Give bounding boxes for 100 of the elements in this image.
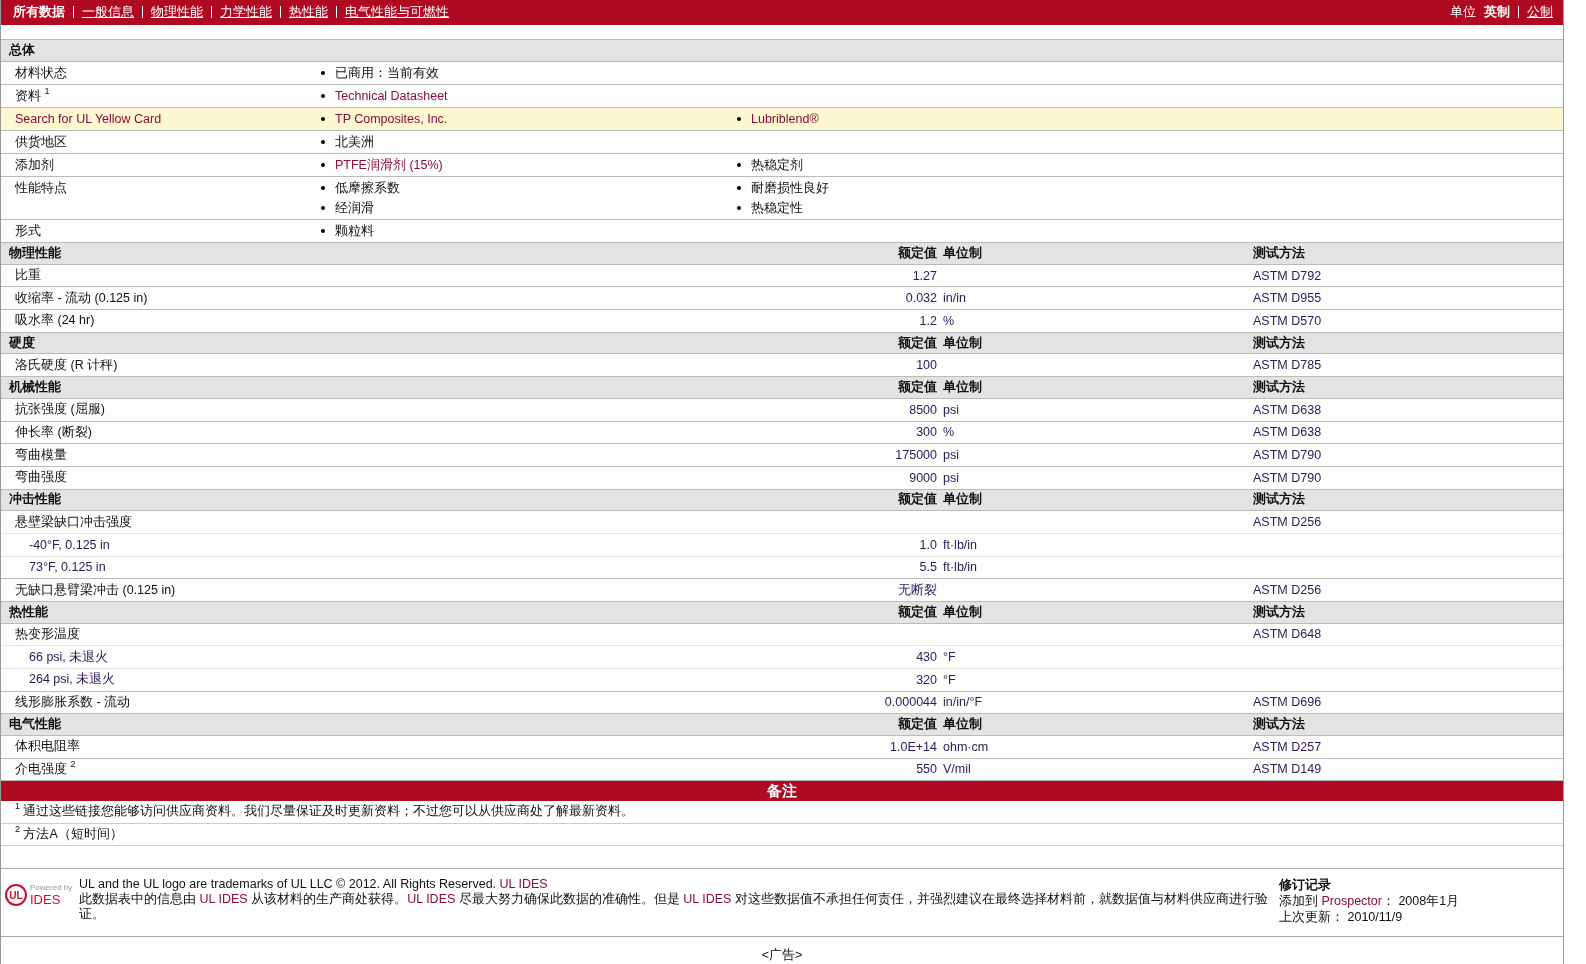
property-label: 线形膨胀系数 - 流动 [14, 693, 132, 711]
unit-cell-text: % [943, 313, 956, 328]
list-link[interactable]: PTFE润滑剂 (15%) [335, 157, 443, 174]
column-header: 额定值 [898, 716, 938, 734]
revision-title: 修订记录 [1279, 877, 1332, 894]
row-label: 供货地区 [14, 134, 68, 151]
value-cell-text: 1.0 [919, 537, 938, 552]
bullet-icon [321, 163, 325, 168]
notes-title: 备注 [767, 781, 797, 801]
text-link[interactable]: UL IDES [499, 877, 548, 892]
property-label: 洛氏硬度 (R 计秤) [14, 356, 119, 374]
column-header: 单位制 [943, 491, 982, 509]
unit-option[interactable]: 公制 [1527, 3, 1553, 22]
method-cell-text: ASTM D149 [1253, 762, 1323, 777]
bullet-icon [737, 206, 741, 211]
bullet-icon [321, 229, 325, 234]
property-label: 收缩率 - 流动 (0.125 in) [14, 289, 149, 307]
section-title: 机械性能 [7, 379, 62, 396]
text-link[interactable]: Prospector [1321, 894, 1382, 909]
text-link[interactable]: UL IDES [407, 892, 456, 907]
property-label: 悬壁梁缺口冲击强度 [14, 513, 133, 531]
value-cell-text: 175000 [895, 448, 938, 462]
revision-line: 添加到 Prospector： 2008年1月 [1279, 893, 1460, 910]
unit-cell-text: °F [943, 672, 957, 687]
list-item: 北美洲 [335, 134, 374, 151]
ad-label: <广告> [761, 947, 803, 964]
bullet-icon [321, 206, 325, 211]
row-label: 形式 [14, 223, 42, 240]
bullet-icon [321, 186, 325, 191]
column-header: 单位制 [943, 379, 982, 396]
column-header: 额定值 [898, 244, 938, 262]
nav-tab[interactable]: 一般信息 [82, 3, 134, 22]
text-link[interactable]: UL IDES [683, 892, 732, 907]
value-cell-text: 0.000044 [884, 695, 938, 710]
property-label: 264 psi, 未退火 [28, 671, 117, 689]
units-label: 单位 [1450, 3, 1476, 22]
column-header: 额定值 [898, 603, 938, 621]
method-cell-text: ASTM D570 [1253, 313, 1323, 328]
text-link[interactable]: UL IDES [199, 892, 248, 907]
column-header: 测试方法 [1253, 716, 1305, 734]
section-title: 热性能 [8, 603, 49, 621]
property-label: 比重 [14, 267, 42, 285]
property-label: 73°F, 0.125 in [28, 560, 107, 575]
property-label: 无缺口悬臂梁冲击 (0.125 in) [14, 581, 177, 599]
method-cell-text: ASTM D638 [1253, 425, 1323, 440]
footnote: $^{1}$ 通过这些链接您能够访问供应商资料。我们尽量保证及时更新资料；不过您可以从供应商处了解最新资料。 [15, 803, 635, 821]
row-label: 性能特点 [14, 180, 68, 197]
value-cell-text: 320 [916, 672, 938, 687]
unit-cell-text: psi [943, 448, 960, 462]
unit-cell-text: ohm·cm [943, 739, 990, 754]
property-label: 抗张强度 (屈服) [14, 401, 106, 419]
list-link[interactable]: TP Composites, Inc. [335, 111, 448, 128]
property-label: 吸水率 (24 hr) [14, 312, 96, 330]
nav-tab[interactable]: 电气性能与可燃性 [345, 3, 449, 22]
list-link[interactable]: Lubriblend® [751, 111, 819, 128]
list-item: 已商用：当前有效 [335, 65, 439, 82]
method-cell-text: ASTM D256 [1253, 583, 1323, 598]
property-label: 弯曲强度 [14, 469, 68, 487]
list-link[interactable]: Technical Datasheet [335, 88, 448, 105]
logo-caption: Powered by [30, 883, 73, 893]
value-cell-text: 9000 [909, 470, 938, 485]
nav-tab[interactable]: 热性能 [289, 3, 328, 22]
section-title: 冲击性能 [8, 491, 62, 509]
value-cell-text: 1.27 [912, 268, 938, 283]
method-cell-text: ASTM D785 [1253, 358, 1323, 373]
bullet-icon [737, 163, 741, 168]
unit-cell-text: in/in/°F [943, 695, 984, 710]
method-cell-text: ASTM D792 [1253, 268, 1323, 283]
nav-tab[interactable]: 物理性能 [151, 3, 203, 22]
column-header: 单位制 [943, 244, 982, 262]
value-cell-text: 0.032 [905, 291, 938, 306]
unit-cell-text: V/mil [943, 762, 972, 777]
trademark-text: UL and the UL logo are trademarks of UL LLC © 2012. All Rights Reserved. UL IDES [79, 877, 549, 892]
value-cell-text: 100 [916, 358, 938, 373]
row-label: 材料状态 [14, 65, 68, 82]
property-label: 体积电阻率 [14, 738, 81, 756]
column-header: 额定值 [898, 379, 938, 396]
unit-cell-text: psi [943, 402, 960, 417]
bullet-icon [321, 140, 325, 145]
row-label: 资料 $^{1}$ [14, 88, 51, 105]
disclaimer-text: 此数据表中的信息由 UL IDES 从该材料的生产商处获得。UL IDES 尽最大努力确保此数据的准确性。但是 UL IDES 对这些数据值不承担任何责任，并强烈建议在最终选择材料前，就数据值与材料供应商进行验证。 [79, 892, 1269, 923]
property-label: 弯曲模量 [14, 446, 68, 464]
nav-tab[interactable]: 力学性能 [220, 3, 272, 22]
column-header: 单位制 [943, 334, 982, 352]
method-cell-text: ASTM D955 [1253, 291, 1323, 306]
section-title: 电气性能 [8, 716, 62, 734]
value-cell-text: 1.0E+14 [890, 739, 938, 754]
list-item: 热稳定性 [751, 200, 803, 217]
method-cell-text: ASTM D257 [1253, 739, 1323, 754]
property-label: 热变形温度 [14, 625, 81, 643]
bullet-icon [321, 71, 325, 76]
value-cell-text: 5.5 [919, 560, 938, 575]
method-cell-text: ASTM D790 [1253, 448, 1323, 462]
value-cell-text: 无断裂 [898, 581, 938, 599]
list-item: 颗粒料 [335, 223, 374, 240]
column-header: 单位制 [943, 603, 982, 621]
unit-option[interactable]: 英制 [1484, 3, 1510, 22]
method-cell-text: ASTM D790 [1253, 470, 1323, 485]
nav-tab[interactable]: 所有数据 [13, 3, 65, 22]
property-label: 66 psi, 未退火 [28, 648, 110, 666]
